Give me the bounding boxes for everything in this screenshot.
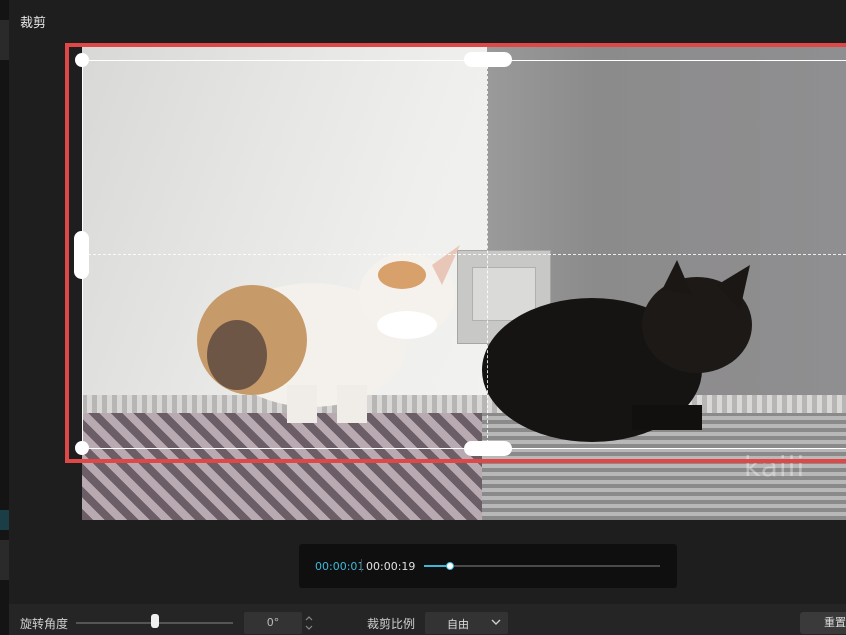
playback-bar: 00:00:01 00:00:19 xyxy=(299,544,677,588)
crop-handle-bottom-left[interactable] xyxy=(75,441,89,455)
crop-handle-top-left[interactable] xyxy=(75,53,89,67)
left-edge-panel xyxy=(0,0,9,635)
rotation-slider-handle[interactable] xyxy=(150,614,159,628)
rotation-label: 旋转角度 xyxy=(20,617,69,631)
chevron-up-icon xyxy=(305,616,313,621)
crop-handle-left[interactable] xyxy=(74,231,89,279)
crop-handle-bottom[interactable] xyxy=(464,441,512,456)
crop-handle-top[interactable] xyxy=(464,52,512,67)
chevron-down-icon xyxy=(305,625,313,630)
ratio-selected-value: 自由 xyxy=(447,618,469,631)
playback-progress-track[interactable] xyxy=(424,562,660,570)
rotation-angle-input[interactable]: 0° xyxy=(244,612,302,634)
chevron-down-icon xyxy=(491,619,501,625)
dialog-title: 裁剪 xyxy=(20,16,47,31)
crop-guide-horizontal xyxy=(83,254,846,255)
ratio-label: 裁剪比例 xyxy=(367,617,416,631)
total-time: 00:00:19 xyxy=(366,560,416,573)
current-time: 00:00:01 xyxy=(315,560,365,573)
reset-button[interactable]: 重置 xyxy=(800,612,846,634)
rotation-stepper[interactable] xyxy=(303,612,315,634)
playback-scrubber[interactable] xyxy=(445,562,454,570)
ratio-select[interactable]: 自由 xyxy=(425,612,508,634)
